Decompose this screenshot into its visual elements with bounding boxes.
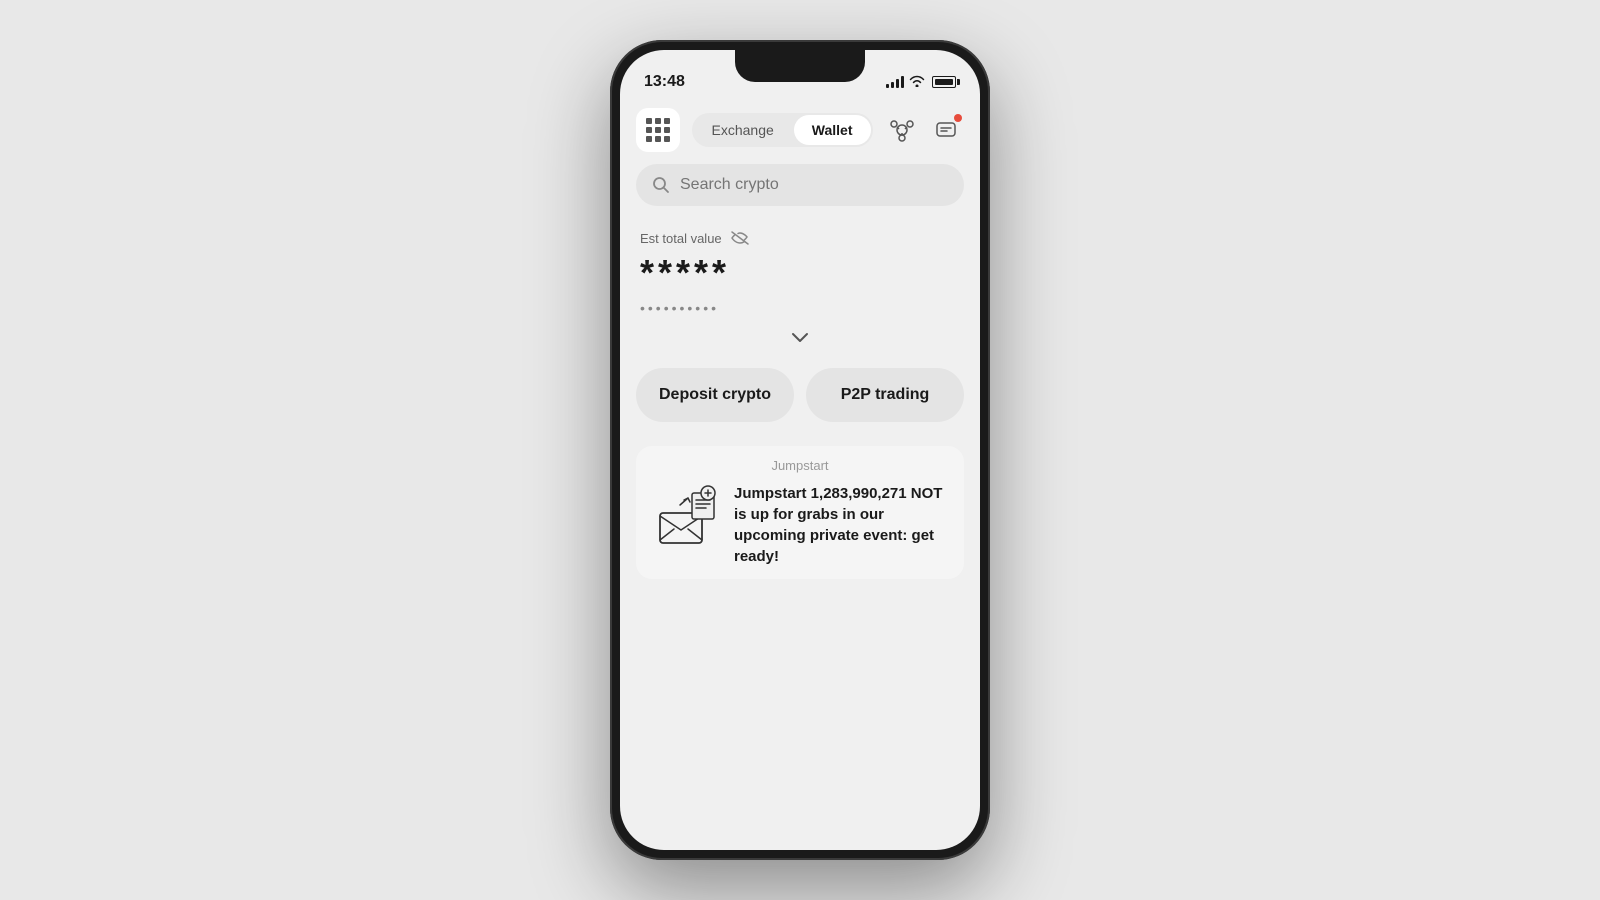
- search-input[interactable]: [680, 176, 948, 194]
- wifi-icon: [909, 75, 925, 90]
- balance-sub: ••••••••••: [640, 300, 960, 316]
- battery-icon: [932, 76, 956, 88]
- tab-exchange[interactable]: Exchange: [694, 115, 792, 145]
- jumpstart-content: Jumpstart 1,283,990,271 NOT is up for gr…: [652, 483, 948, 567]
- chevron-down-button[interactable]: [640, 328, 960, 352]
- status-time: 13:48: [644, 73, 685, 91]
- status-icons: [886, 75, 956, 90]
- network-button[interactable]: [884, 112, 920, 148]
- chat-button[interactable]: [928, 112, 964, 148]
- balance-section: Est total value ***** ••••••••••: [636, 226, 964, 368]
- p2p-trading-button[interactable]: P2P trading: [806, 368, 964, 422]
- network-icon: [888, 116, 916, 144]
- deposit-crypto-button[interactable]: Deposit crypto: [636, 368, 794, 422]
- search-icon: [652, 176, 670, 194]
- jumpstart-text: Jumpstart 1,283,990,271 NOT is up for gr…: [734, 483, 948, 567]
- chat-badge: [954, 114, 962, 122]
- tab-wallet[interactable]: Wallet: [794, 115, 871, 145]
- action-buttons: Deposit crypto P2P trading: [636, 368, 964, 422]
- tab-group: Exchange Wallet: [692, 113, 873, 147]
- jumpstart-label: Jumpstart: [652, 458, 948, 473]
- jumpstart-section: Jumpstart: [636, 446, 964, 579]
- menu-button[interactable]: [636, 108, 680, 152]
- phone-frame: 13:48: [610, 40, 990, 860]
- app-content: Exchange Wallet: [620, 100, 980, 579]
- balance-main: *****: [640, 252, 960, 294]
- chevron-down-icon: [790, 332, 810, 344]
- nav-actions: [884, 112, 964, 148]
- top-nav: Exchange Wallet: [636, 100, 964, 164]
- notch: [735, 50, 865, 82]
- search-bar[interactable]: [636, 164, 964, 206]
- est-total-label: Est total value: [640, 230, 960, 246]
- eye-off-icon[interactable]: [730, 230, 750, 246]
- phone-screen: 13:48: [620, 50, 980, 850]
- grid-icon: [646, 118, 670, 142]
- signal-icon: [886, 76, 904, 88]
- jumpstart-envelope-icon: [652, 483, 722, 553]
